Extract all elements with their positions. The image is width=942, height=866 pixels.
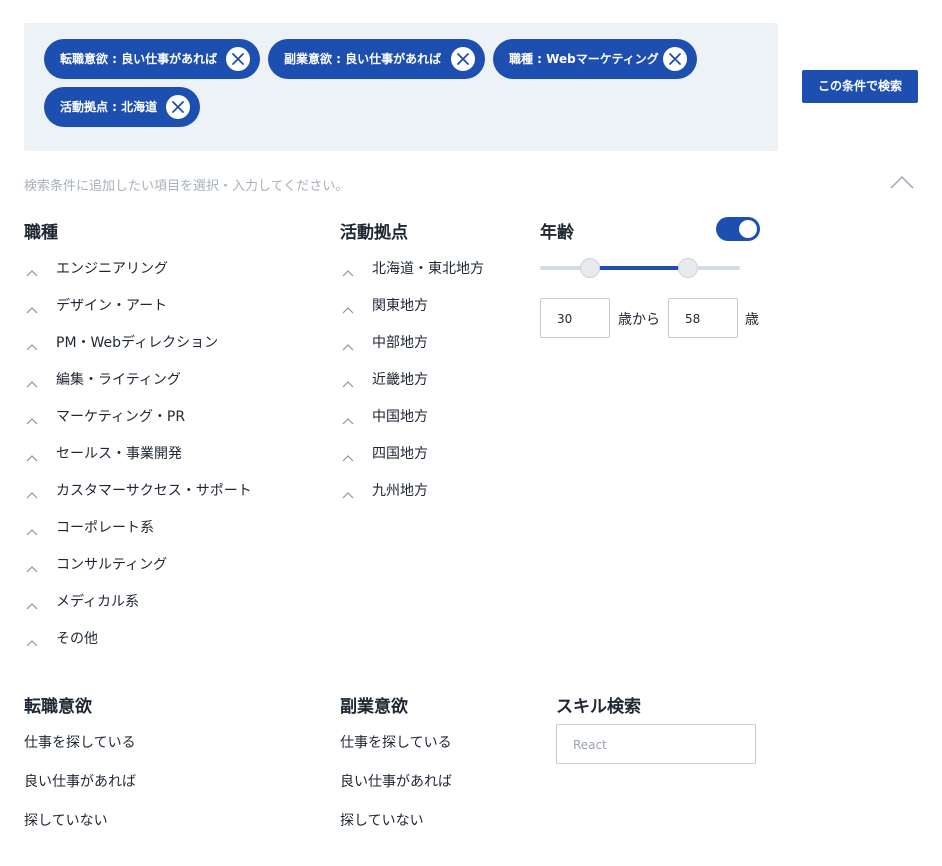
job-change-option[interactable]: 仕事を探している	[24, 733, 136, 772]
job-type-label: デザイン・アート	[56, 298, 168, 314]
chevron-up-icon	[26, 561, 38, 573]
job-type-label: PM・Webディレクション	[56, 335, 219, 351]
job-change-list: 仕事を探している 良い仕事があれば 探していない	[24, 733, 136, 850]
chevron-up-icon	[342, 487, 354, 499]
chip-label: 活動拠点 : 北海道	[60, 100, 158, 114]
job-type-label: セールス・事業開発	[56, 446, 182, 462]
job-type-label: カスタマーサクセス・サポート	[56, 483, 252, 499]
chevron-up-icon	[26, 302, 38, 314]
chevron-up-icon	[26, 265, 38, 277]
chevron-up-icon	[342, 376, 354, 388]
chip-label: 転職意欲 : 良い仕事があれば	[60, 52, 218, 66]
location-label: 近畿地方	[372, 372, 428, 388]
chevron-up-icon	[26, 635, 38, 647]
close-icon[interactable]	[226, 47, 250, 71]
location-label: 四国地方	[372, 446, 428, 462]
close-icon[interactable]	[451, 47, 475, 71]
location-label: 北海道・東北地方	[372, 261, 484, 277]
job-change-option[interactable]: 探していない	[24, 811, 136, 850]
job-type-label: エンジニアリング	[56, 261, 168, 277]
condition-chip-job-type[interactable]: 職種 : Webマーケティング	[493, 39, 697, 79]
age-range-slider[interactable]	[540, 258, 740, 278]
chevron-up-icon	[26, 376, 38, 388]
age-from-unit: 歳から	[618, 312, 660, 328]
chevron-up-icon	[26, 598, 38, 610]
chevron-up-icon	[26, 450, 38, 462]
job-type-label: コンサルティング	[56, 557, 168, 573]
chevron-up-icon	[26, 413, 38, 425]
side-job-title: 副業意欲	[340, 697, 408, 717]
chevron-up-icon	[342, 302, 354, 314]
side-job-option[interactable]: 仕事を探している	[340, 733, 452, 772]
hint-text: 検索条件に追加したい項目を選択・入力してください。	[24, 179, 349, 194]
location-title: 活動拠点	[340, 223, 408, 243]
age-title: 年齢	[540, 223, 574, 243]
age-from-input[interactable]: 30	[540, 298, 610, 338]
age-to-input[interactable]: 58	[668, 298, 738, 338]
chevron-up-icon	[342, 339, 354, 351]
job-type-label: その他	[56, 631, 98, 647]
chevron-up-icon	[342, 450, 354, 462]
chevron-up-icon	[26, 487, 38, 499]
chevron-up-icon	[342, 265, 354, 277]
job-type-label: メディカル系	[56, 594, 140, 610]
job-change-option[interactable]: 良い仕事があれば	[24, 772, 136, 811]
side-job-list: 仕事を探している 良い仕事があれば 探していない	[340, 733, 452, 850]
location-label: 中部地方	[372, 335, 428, 351]
age-filter-toggle[interactable]	[716, 217, 760, 241]
job-type-label: 編集・ライティング	[56, 372, 181, 388]
job-change-title: 転職意欲	[24, 697, 92, 717]
job-type-label: マーケティング・PR	[56, 409, 186, 425]
slider-min-handle[interactable]	[580, 258, 600, 278]
condition-chip-side-job[interactable]: 副業意欲 : 良い仕事があれば	[268, 39, 485, 79]
age-to-unit: 歳	[745, 312, 759, 328]
condition-chip-location[interactable]: 活動拠点 : 北海道	[44, 87, 200, 127]
close-icon[interactable]	[663, 47, 687, 71]
location-label: 九州地方	[372, 483, 428, 499]
close-icon[interactable]	[166, 95, 190, 119]
slider-range-fill	[590, 266, 688, 270]
search-button[interactable]: この条件で検索	[802, 70, 918, 103]
location-label: 中国地方	[372, 409, 428, 425]
chip-label: 職種 : Webマーケティング	[509, 52, 659, 66]
location-label: 関東地方	[372, 298, 428, 314]
chevron-up-icon[interactable]	[890, 174, 914, 190]
condition-chip-job-change[interactable]: 転職意欲 : 良い仕事があれば	[44, 39, 260, 79]
toggle-knob	[739, 220, 757, 238]
chevron-up-icon	[26, 339, 38, 351]
side-job-option[interactable]: 良い仕事があれば	[340, 772, 452, 811]
job-type-title: 職種	[24, 223, 58, 243]
skill-search-input[interactable]: React	[556, 724, 756, 764]
job-type-label: コーポレート系	[56, 520, 154, 536]
chevron-up-icon	[342, 413, 354, 425]
selected-conditions-panel: 転職意欲 : 良い仕事があれば 副業意欲 : 良い仕事があれば 職種 : Web…	[24, 23, 778, 151]
chevron-up-icon	[26, 524, 38, 536]
skill-search-title: スキル検索	[556, 697, 641, 717]
slider-max-handle[interactable]	[678, 258, 698, 278]
chip-label: 副業意欲 : 良い仕事があれば	[284, 52, 442, 66]
side-job-option[interactable]: 探していない	[340, 811, 452, 850]
